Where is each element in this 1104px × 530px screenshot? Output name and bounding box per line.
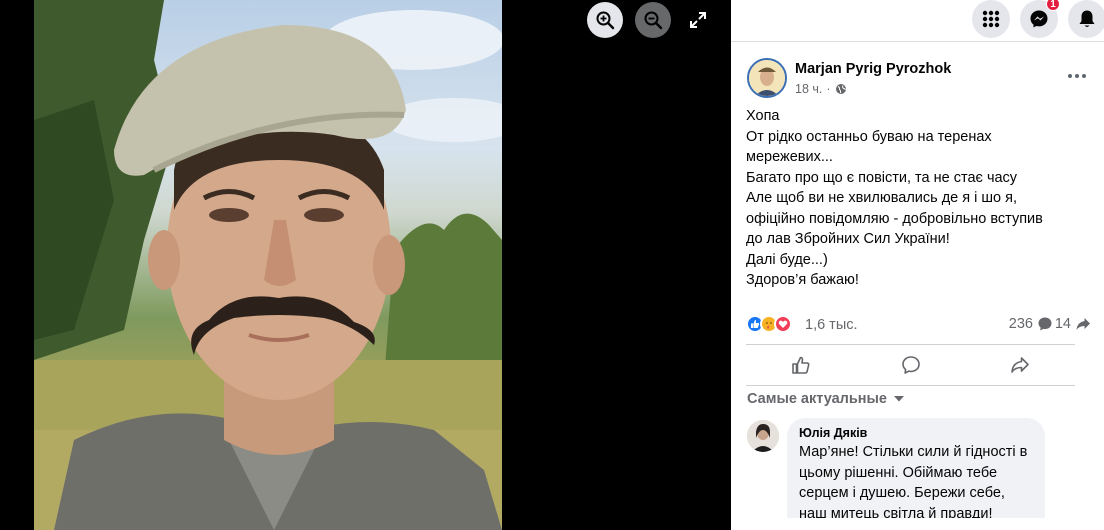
post-text-line: От рідко останньо буваю на теренах — [746, 128, 992, 145]
post-text-line: мережевих... — [746, 149, 833, 165]
comment-author[interactable]: Юлія Дяків — [799, 426, 1033, 440]
post-text-line: офіційно повідомляю - добровільно вступи… — [746, 210, 1043, 227]
notifications-button[interactable] — [1068, 0, 1104, 38]
reactions-bar: 1,6 тыс. 236 14 — [746, 313, 1091, 337]
comment-bubble: Юлія Дяків Мар’яне! Стільки сили й гідно… — [787, 418, 1045, 530]
top-bar: 1 — [731, 0, 1104, 42]
menu-button[interactable] — [972, 0, 1010, 38]
meta-separator: · — [826, 82, 831, 96]
shares-count: 14 — [1054, 316, 1071, 332]
post-header: Marjan Pyrig Pyrozhok 18 ч. · — [747, 58, 1092, 100]
like-thumb-icon — [792, 356, 810, 374]
photo-illustration — [34, 0, 502, 530]
messenger-icon — [1030, 10, 1048, 28]
love-reaction-icon — [774, 315, 792, 333]
zoom-in-button[interactable] — [587, 2, 623, 38]
caret-down-icon — [893, 396, 904, 402]
like-button[interactable] — [746, 346, 856, 384]
comment-bubble-icon — [1038, 317, 1052, 331]
fullscreen-button[interactable] — [684, 6, 712, 34]
avatar-illustration — [749, 60, 785, 96]
fullscreen-icon — [690, 12, 706, 28]
zoom-in-icon — [596, 11, 615, 30]
commenter-avatar-illustration — [747, 420, 779, 452]
post-meta: 18 ч. · — [795, 82, 847, 96]
notification-badge: 1 — [1046, 0, 1060, 11]
post-photo[interactable] — [34, 0, 502, 530]
more-options-icon — [1068, 74, 1086, 78]
post-text-line: до лав Збройних Сил України! — [746, 231, 950, 247]
divider — [746, 385, 1075, 386]
share-arrow-icon — [1076, 318, 1090, 330]
post-text-line: Але щоб ви не хвилювались де я і шо я, — [746, 190, 1017, 206]
comments-sort-dropdown[interactable]: Самые актуальные — [747, 391, 905, 407]
comments-sort-label: Самые актуальные — [747, 391, 887, 407]
panel-bottom-edge — [731, 518, 1104, 530]
reaction-icons[interactable] — [746, 315, 792, 333]
comment-icon — [901, 356, 920, 374]
comment-button[interactable] — [856, 346, 966, 384]
comment-text-line: цьому рішенні. Обіймаю тебе — [799, 464, 998, 481]
share-icon — [1011, 357, 1029, 373]
post-text-line: Далі буде...) — [746, 251, 828, 268]
post-time[interactable]: 18 ч. — [795, 82, 822, 96]
comment-text-line: серцем і душею. Бережи себе, — [799, 485, 1005, 501]
post-text-line: Хопа — [746, 108, 780, 124]
photo-viewer — [0, 0, 731, 530]
post-text-line: Багато про що є повісти, та не стає часу — [746, 169, 1018, 186]
comment-text: Мар’яне! Стільки сили й гідності в цьому… — [799, 442, 1033, 524]
shares-count-link[interactable]: 14 — [1055, 316, 1091, 332]
post-author[interactable]: Marjan Pyrig Pyrozhok — [795, 61, 951, 77]
bell-icon — [1079, 10, 1095, 27]
post-more-button[interactable] — [1062, 64, 1092, 88]
post-text-line: Здоров’я бажаю! — [746, 272, 859, 288]
comments-count: 236 — [1008, 316, 1033, 332]
grid-menu-icon — [982, 10, 1000, 28]
reactions-count[interactable]: 1,6 тыс. — [805, 317, 858, 333]
commenter-avatar[interactable] — [747, 420, 779, 452]
post-panel: 1 Marjan Pyrig Pyrozhok 18 ч. · Хопа От … — [731, 0, 1104, 530]
messenger-button[interactable]: 1 — [1020, 0, 1060, 38]
post-text: Хопа От рідко останньо буваю на теренах … — [746, 106, 1086, 291]
author-avatar[interactable] — [747, 58, 787, 98]
zoom-out-icon — [644, 11, 663, 30]
share-button[interactable] — [965, 346, 1075, 384]
globe-icon — [835, 84, 846, 94]
comment-text-line: Мар’яне! Стільки сили й гідності в — [799, 444, 1028, 460]
divider — [746, 344, 1075, 345]
comments-count-link[interactable]: 236 — [1009, 316, 1053, 332]
zoom-out-button[interactable] — [635, 2, 671, 38]
post-actions — [746, 346, 1075, 384]
